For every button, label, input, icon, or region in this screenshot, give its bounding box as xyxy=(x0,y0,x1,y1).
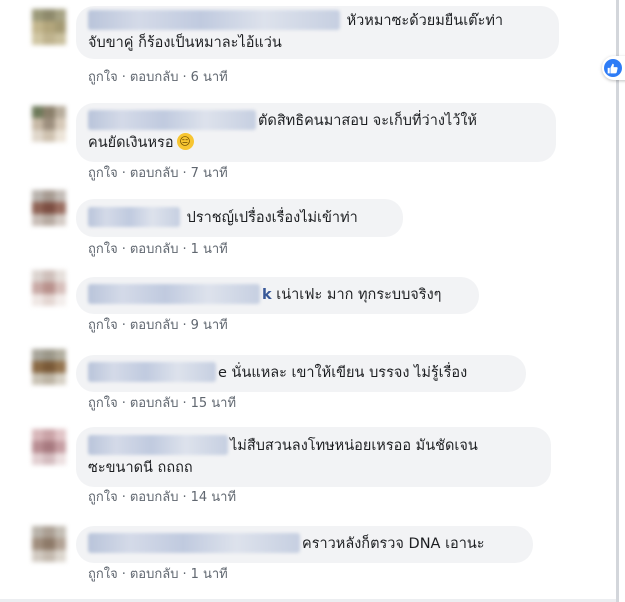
like-link[interactable]: ถูกใจ xyxy=(88,242,118,257)
separator: · xyxy=(121,242,126,257)
expressionless-face-icon: 😑 xyxy=(176,132,194,150)
timestamp-link[interactable]: 1 นาที xyxy=(191,242,228,257)
comment-bubble: ปราชญ์เปรื่องเรื่องไม่เข้าท่า xyxy=(76,199,403,237)
comment-text-line: ตัดสิทธิคนมาสอบ จะเก็บที่ว่างไว้ให้ xyxy=(258,113,477,129)
separator: · xyxy=(182,318,187,333)
comment-text-line: e นั่นแหละ เขาให้เขียน บรรจง ไม่รู้เรื่อ… xyxy=(218,365,468,381)
like-link[interactable]: ถูกใจ xyxy=(88,318,118,333)
avatar[interactable] xyxy=(32,190,66,226)
avatar[interactable] xyxy=(32,349,66,385)
reply-link[interactable]: ตอบกลับ xyxy=(130,318,179,333)
author-name[interactable] xyxy=(88,362,216,382)
separator: · xyxy=(121,567,126,582)
like-link[interactable]: ถูกใจ xyxy=(88,166,118,181)
comment-text-line: จับขาคู่ ก็ร้องเป็นหมาละไอ้แว่น xyxy=(88,35,282,51)
author-name-tail[interactable]: k xyxy=(262,287,272,303)
separator: · xyxy=(121,166,126,181)
author-name[interactable] xyxy=(88,207,180,227)
timestamp-link[interactable]: 9 นาที xyxy=(191,318,228,333)
separator: · xyxy=(182,567,187,582)
comment-text-line: คนยัดเงินหรอ xyxy=(88,135,174,151)
avatar[interactable] xyxy=(32,526,66,562)
comment-actions: ถูกใจ · ตอบกลับ · 1 นาที xyxy=(88,566,228,584)
author-name[interactable] xyxy=(88,10,340,30)
separator: · xyxy=(121,70,126,85)
avatar[interactable] xyxy=(32,9,66,45)
like-link[interactable]: ถูกใจ xyxy=(88,70,118,85)
separator: · xyxy=(182,242,187,257)
comment-text-line: หัวหมาซะด้วยมยืนเต๊ะท่า xyxy=(346,13,504,29)
reply-link[interactable]: ตอบกลับ xyxy=(130,567,179,582)
comment-bubble: หัวหมาซะด้วยมยืนเต๊ะท่า จับขาคู่ ก็ร้องเ… xyxy=(76,6,625,80)
like-thumb-icon xyxy=(603,59,622,77)
comment-text-line: ไม่สืบสวนลงโทษหน่อยเหรออ มันชัดเจน xyxy=(230,438,478,454)
comment-text-line: คราวหลังก็ตรวจ DNA เอานะ xyxy=(302,536,485,552)
reply-link[interactable]: ตอบกลับ xyxy=(130,396,179,411)
comment-actions: ถูกใจ · ตอบกลับ · 7 นาที xyxy=(88,165,228,183)
author-name[interactable] xyxy=(88,533,300,553)
timestamp-link[interactable]: 6 นาที xyxy=(191,70,228,85)
avatar[interactable] xyxy=(32,106,66,142)
author-name[interactable] xyxy=(88,435,228,455)
separator: · xyxy=(121,318,126,333)
comment-text-line: ปราชญ์เปรื่องเรื่องไม่เข้าท่า xyxy=(186,210,358,226)
timestamp-link[interactable]: 14 นาที xyxy=(191,490,236,505)
separator: · xyxy=(182,70,187,85)
author-name[interactable] xyxy=(88,284,260,304)
like-link[interactable]: ถูกใจ xyxy=(88,490,118,505)
comment-actions: ถูกใจ · ตอบกลับ · 9 นาที xyxy=(88,317,228,335)
comment-text-line: เน่าเฟะ มาก ทุกระบบจริงๆ xyxy=(276,287,442,303)
timestamp-link[interactable]: 7 นาที xyxy=(191,166,228,181)
reply-link[interactable]: ตอบกลับ xyxy=(130,70,179,85)
timestamp-link[interactable]: 15 นาที xyxy=(191,396,236,411)
separator: · xyxy=(182,166,187,181)
separator: · xyxy=(121,396,126,411)
comment-bubble: e นั่นแหละ เขาให้เขียน บรรจง ไม่รู้เรื่อ… xyxy=(76,355,526,392)
author-name[interactable] xyxy=(88,110,256,130)
comment-bubble: k เน่าเฟะ มาก ทุกระบบจริงๆ xyxy=(76,277,479,314)
comment-actions: ถูกใจ · ตอบกลับ · 1 นาที xyxy=(88,241,228,259)
comment-bubble: ตัดสิทธิคนมาสอบ จะเก็บที่ว่างไว้ให้ คนยั… xyxy=(76,103,556,162)
timestamp-link[interactable]: 1 นาที xyxy=(191,567,228,582)
comment-actions: ถูกใจ · ตอบกลับ · 6 นาที xyxy=(88,69,228,87)
separator: · xyxy=(182,396,187,411)
comment-actions: ถูกใจ · ตอบกลับ · 15 นาที xyxy=(88,395,236,413)
comment-actions: ถูกใจ · ตอบกลับ · 14 นาที xyxy=(88,489,236,507)
reply-link[interactable]: ตอบกลับ xyxy=(130,242,179,257)
reply-link[interactable]: ตอบกลับ xyxy=(130,166,179,181)
comment-bubble: ไม่สืบสวนลงโทษหน่อยเหรออ มันชัดเจน ซะขนา… xyxy=(76,427,551,487)
scroll-border xyxy=(616,0,619,602)
separator: · xyxy=(121,490,126,505)
separator: · xyxy=(182,490,187,505)
avatar[interactable] xyxy=(32,429,66,465)
reaction-summary[interactable]: 1 xyxy=(601,56,625,80)
comment-bubble: คราวหลังก็ตรวจ DNA เอานะ xyxy=(76,526,533,563)
like-link[interactable]: ถูกใจ xyxy=(88,396,118,411)
reply-link[interactable]: ตอบกลับ xyxy=(130,490,179,505)
comment-text-line: ซะขนาดนี ถถถถ xyxy=(88,460,193,476)
avatar[interactable] xyxy=(32,270,66,306)
like-link[interactable]: ถูกใจ xyxy=(88,567,118,582)
